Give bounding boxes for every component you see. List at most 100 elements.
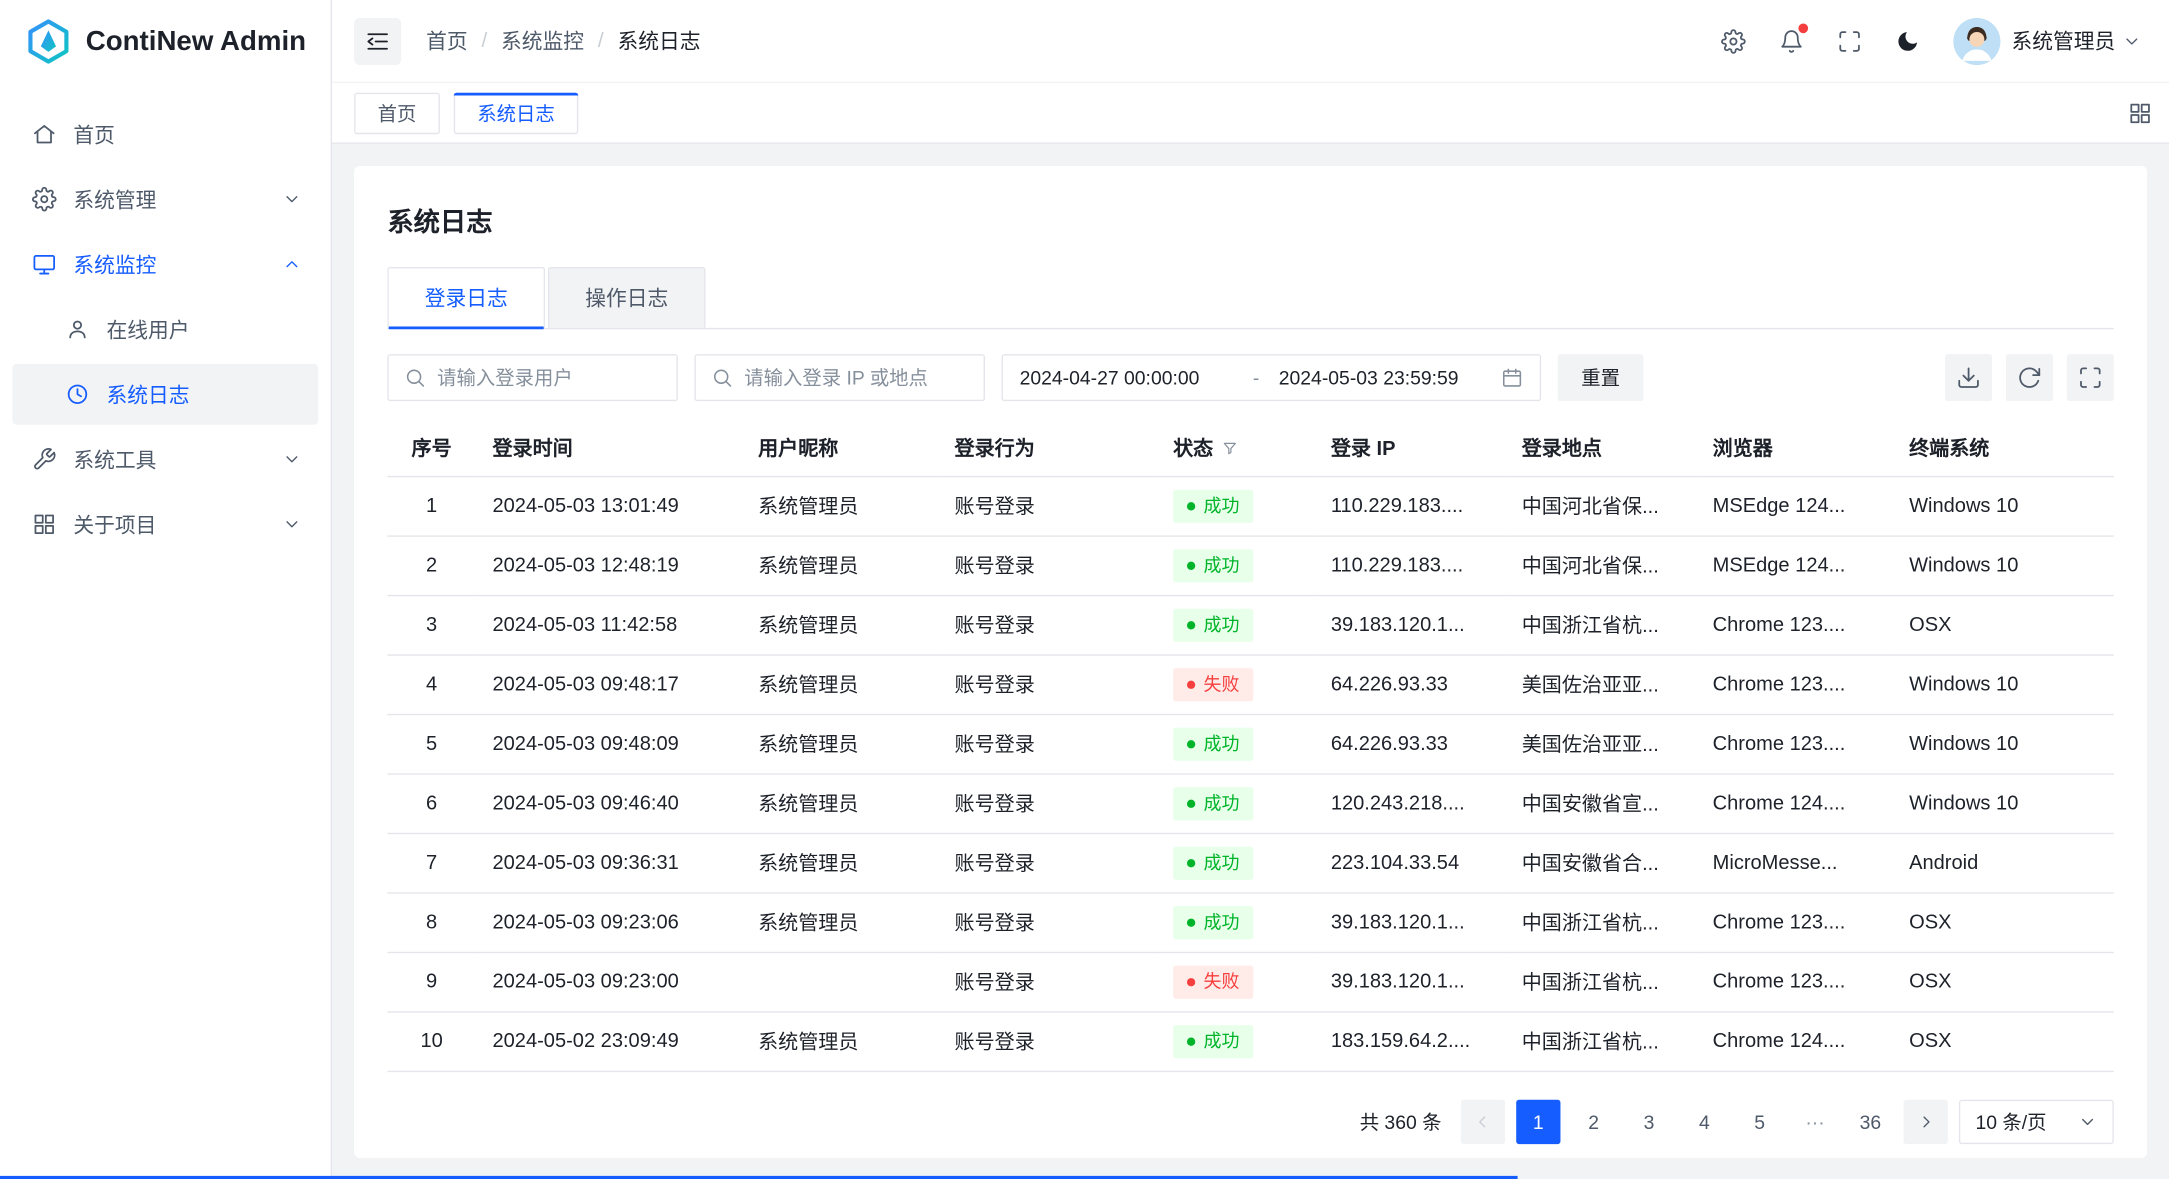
col-header-os: 终端系统 — [1892, 421, 2113, 476]
status-badge: 失败 — [1173, 667, 1253, 700]
cell-ip: 39.183.120.1... — [1314, 595, 1505, 654]
cell-location: 中国河北省保... — [1505, 476, 1696, 535]
sidebar-item-label: 系统工具 — [73, 445, 265, 474]
col-header-login-time: 登录时间 — [476, 421, 742, 476]
table-fullscreen-button[interactable] — [2067, 354, 2114, 401]
settings-button[interactable] — [1710, 17, 1757, 64]
table-row: 12024-05-03 13:01:49系统管理员账号登录成功110.229.1… — [387, 476, 2113, 535]
cell-nickname: 系统管理员 — [742, 892, 938, 951]
status-dot-icon — [1187, 977, 1195, 985]
cell-ip: 183.159.64.2.... — [1314, 1011, 1505, 1070]
cell-behavior: 账号登录 — [938, 773, 1157, 832]
tab-list-button[interactable] — [2128, 100, 2153, 125]
prev-page-button[interactable] — [1461, 1099, 1505, 1143]
cell-os: Windows 10 — [1892, 476, 2113, 535]
log-table-body: 12024-05-03 13:01:49系统管理员账号登录成功110.229.1… — [387, 476, 2113, 1071]
main-column: 首页 / 系统监控 / 系统日志 — [332, 0, 2169, 1179]
col-header-ip: 登录 IP — [1314, 421, 1505, 476]
cell-nickname: 系统管理员 — [742, 1011, 938, 1070]
tab-login-log[interactable]: 登录日志 — [387, 267, 545, 328]
cell-os: OSX — [1892, 595, 2113, 654]
login-user-search[interactable] — [387, 354, 678, 401]
cell-login-time: 2024-05-03 09:23:06 — [476, 892, 742, 951]
refresh-button[interactable] — [2006, 354, 2053, 401]
sidebar-item-home[interactable]: 首页 — [12, 104, 318, 165]
date-separator: - — [1234, 367, 1279, 389]
page-tab-system-logs[interactable]: 系统日志 — [454, 92, 579, 134]
tab-label: 登录日志 — [425, 288, 508, 312]
cell-os: Windows 10 — [1892, 773, 2113, 832]
tab-operation-log[interactable]: 操作日志 — [548, 267, 706, 328]
cell-behavior: 账号登录 — [938, 833, 1157, 892]
collapse-menu-button[interactable] — [354, 17, 401, 64]
login-ip-search-input[interactable] — [744, 367, 968, 389]
cell-behavior: 账号登录 — [938, 892, 1157, 951]
page-button[interactable]: 3 — [1627, 1099, 1671, 1143]
fullscreen-button[interactable] — [1826, 17, 1873, 64]
user-avatar[interactable] — [1953, 17, 2000, 64]
export-button[interactable] — [1945, 354, 1992, 401]
user-menu[interactable]: 系统管理员 — [2011, 26, 2147, 55]
breadcrumb-monitor[interactable]: 系统监控 — [501, 26, 584, 55]
table-row: 102024-05-02 23:09:49系统管理员账号登录成功183.159.… — [387, 1011, 2113, 1070]
sidebar-item-label: 首页 — [73, 120, 304, 149]
login-user-search-input[interactable] — [437, 367, 661, 389]
cell-ip: 64.226.93.33 — [1314, 654, 1505, 713]
app-root: ContiNew Admin 首页 系统管理 系统监控 在线用户 — [0, 0, 2169, 1179]
cell-behavior: 账号登录 — [938, 535, 1157, 594]
page-button[interactable]: 5 — [1738, 1099, 1782, 1143]
cell-location: 美国佐治亚亚... — [1505, 654, 1696, 713]
cell-behavior: 账号登录 — [938, 595, 1157, 654]
status-label: 成功 — [1204, 735, 1240, 753]
table-header-row: 序号 登录时间 用户昵称 登录行为 状态 登录 IP 登录 — [387, 421, 2113, 476]
sidebar-item-system-monitor[interactable]: 系统监控 — [12, 234, 318, 295]
menu-fold-icon — [365, 28, 390, 53]
cell-login-time: 2024-05-03 09:48:09 — [476, 714, 742, 773]
sidebar: ContiNew Admin 首页 系统管理 系统监控 在线用户 — [0, 0, 332, 1179]
next-page-button[interactable] — [1904, 1099, 1948, 1143]
cell-ip: 39.183.120.1... — [1314, 892, 1505, 951]
page-button[interactable]: 2 — [1572, 1099, 1616, 1143]
dark-mode-button[interactable] — [1884, 17, 1931, 64]
cell-status: 成功 — [1157, 833, 1315, 892]
cell-login-time: 2024-05-03 13:01:49 — [476, 476, 742, 535]
sidebar-item-about[interactable]: 关于项目 — [12, 494, 318, 555]
breadcrumb-separator: / — [481, 29, 487, 53]
cell-location: 中国浙江省杭... — [1505, 952, 1696, 1011]
expand-icon — [2078, 365, 2103, 390]
table-actions — [1945, 354, 2114, 401]
tabbar-actions — [2111, 100, 2169, 125]
login-ip-search[interactable] — [694, 354, 985, 401]
notifications-button[interactable] — [1768, 17, 1815, 64]
content-area: 系统日志 登录日志 操作日志 — [332, 144, 2169, 1179]
app-logo-icon — [25, 18, 72, 65]
status-dot-icon — [1187, 799, 1195, 807]
breadcrumb-home[interactable]: 首页 — [426, 26, 468, 55]
cell-nickname: 系统管理员 — [742, 595, 938, 654]
sidebar-item-system-logs[interactable]: 系统日志 — [12, 364, 318, 425]
chevron-down-icon — [282, 515, 301, 534]
page-tab-home[interactable]: 首页 — [354, 92, 440, 134]
page-button[interactable]: 36 — [1848, 1099, 1892, 1143]
chevron-left-icon — [1473, 1112, 1492, 1131]
cell-behavior: 账号登录 — [938, 1011, 1157, 1070]
reset-button[interactable]: 重置 — [1558, 354, 1644, 401]
sidebar-item-system-mgmt[interactable]: 系统管理 — [12, 169, 318, 230]
cell-os: OSX — [1892, 1011, 2113, 1070]
cell-ip: 110.229.183.... — [1314, 535, 1505, 594]
sidebar-item-online-users[interactable]: 在线用户 — [12, 299, 318, 360]
cell-status: 成功 — [1157, 476, 1315, 535]
cell-index: 5 — [387, 714, 476, 773]
filter-icon[interactable] — [1222, 440, 1239, 457]
sidebar-item-system-tools[interactable]: 系统工具 — [12, 429, 318, 490]
date-range-picker[interactable]: 2024-04-27 00:00:00 - 2024-05-03 23:59:5… — [1002, 354, 1542, 401]
cell-nickname: 系统管理员 — [742, 654, 938, 713]
sidebar-item-label: 系统日志 — [107, 380, 305, 409]
chevron-down-icon — [2122, 31, 2141, 50]
cell-index: 2 — [387, 535, 476, 594]
page-button[interactable]: 4 — [1682, 1099, 1726, 1143]
table-row: 42024-05-03 09:48:17系统管理员账号登录失败64.226.93… — [387, 654, 2113, 713]
page-button[interactable]: 1 — [1516, 1099, 1560, 1143]
page-size-select[interactable]: 10 条/页 — [1959, 1099, 2114, 1143]
breadcrumb-separator: / — [598, 29, 604, 53]
